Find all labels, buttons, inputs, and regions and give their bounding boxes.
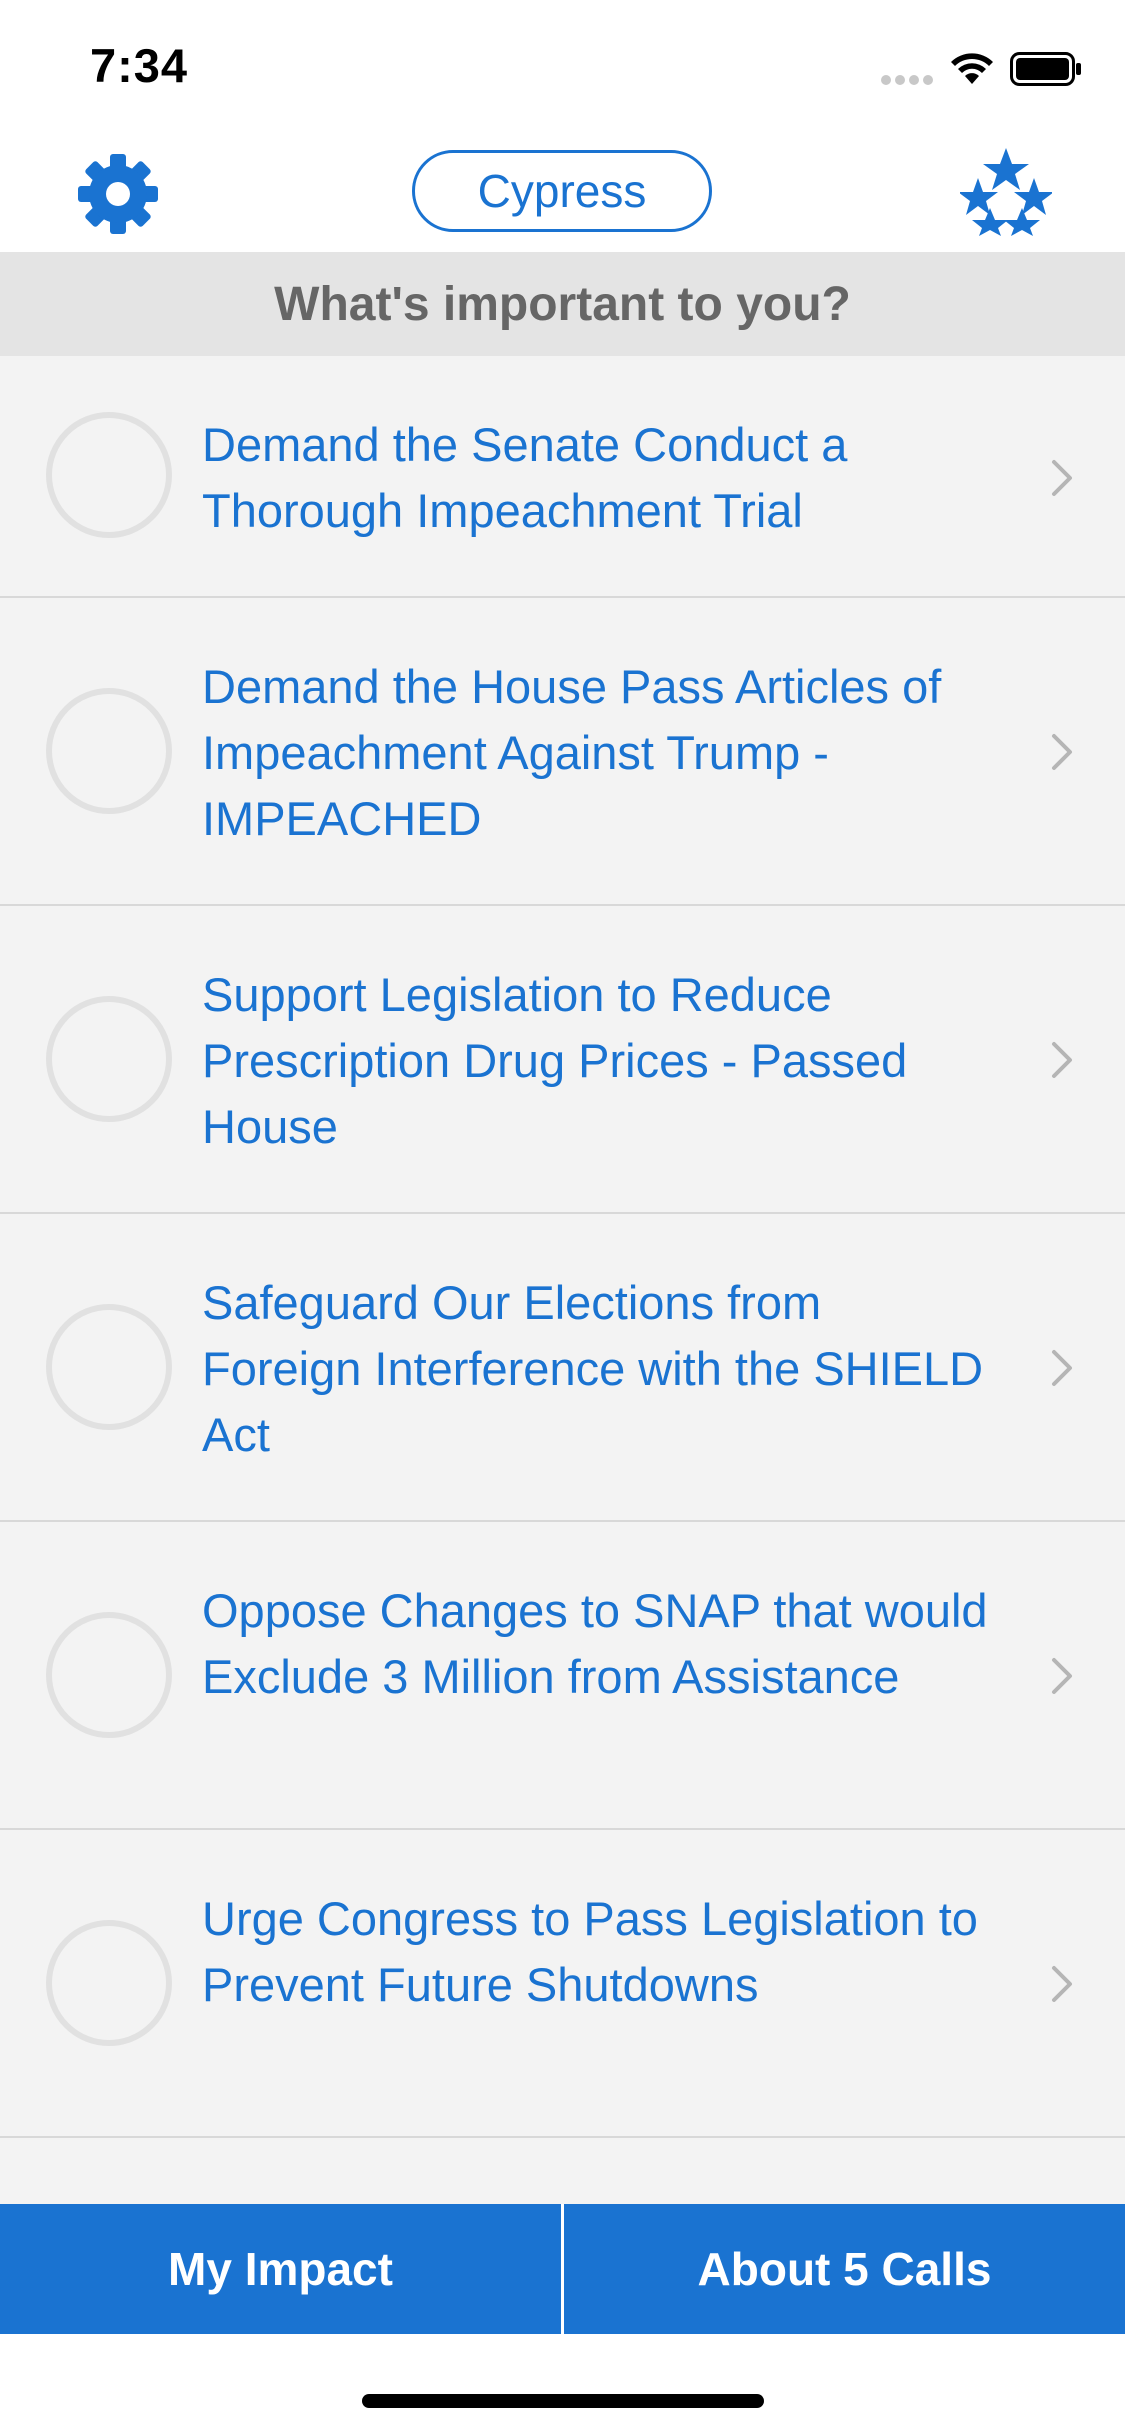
issue-status-circle <box>46 688 172 814</box>
chevron-right-icon <box>1052 1042 1072 1078</box>
issue-status-circle <box>46 1920 172 2046</box>
location-label: Cypress <box>477 165 647 217</box>
issue-status-circle <box>46 412 172 538</box>
issue-title: Urge Congress to Pass Legislation to Pre… <box>202 1892 978 2011</box>
chevron-right-icon <box>1052 460 1072 496</box>
gear-icon[interactable] <box>76 152 160 236</box>
issue-title: Oppose Changes to SNAP that would Exclud… <box>202 1584 988 1703</box>
issue-status-circle <box>46 1612 172 1738</box>
battery-icon <box>1010 52 1081 86</box>
issue-title: Demand the House Pass Articles of Impeac… <box>202 660 942 845</box>
issue-status-circle <box>46 996 172 1122</box>
issue-title: Safeguard Our Elections from Foreign Int… <box>202 1276 984 1461</box>
section-header: What's important to you? <box>0 252 1125 356</box>
issue-status-circle <box>46 1304 172 1430</box>
cellular-signal-icon <box>881 75 933 85</box>
status-bar: 7:34 <box>0 0 1125 132</box>
issue-row[interactable]: Oppose Changes to SNAP that would Exclud… <box>0 1522 1125 1830</box>
issue-row[interactable]: Safeguard Our Elections from Foreign Int… <box>0 1214 1125 1522</box>
home-indicator[interactable] <box>362 2394 764 2408</box>
stars-icon[interactable] <box>960 148 1052 236</box>
about-button[interactable]: About 5 Calls <box>564 2204 1125 2334</box>
chevron-right-icon <box>1052 1658 1072 1694</box>
issue-row[interactable]: Support Legislation to Reduce Prescripti… <box>0 906 1125 1214</box>
nav-bar: Cypress <box>0 132 1125 252</box>
chevron-right-icon <box>1052 1966 1072 2002</box>
issue-title: Support Legislation to Reduce Prescripti… <box>202 968 908 1153</box>
chevron-right-icon <box>1052 1350 1072 1386</box>
location-button[interactable]: Cypress <box>412 150 712 232</box>
issue-row[interactable]: Demand the Senate Conduct a Thorough Imp… <box>0 356 1125 598</box>
issue-list: Demand the Senate Conduct a Thorough Imp… <box>0 356 1125 2204</box>
issue-row[interactable]: Demand the House Pass Articles of Impeac… <box>0 598 1125 906</box>
status-time: 7:34 <box>90 39 189 92</box>
issue-title: Demand the Senate Conduct a Thorough Imp… <box>202 418 848 537</box>
bottom-tab-bar: My Impact About 5 Calls <box>0 2204 1125 2334</box>
issue-row[interactable]: Urge Congress to Pass Legislation to Pre… <box>0 1830 1125 2138</box>
my-impact-button[interactable]: My Impact <box>0 2204 561 2334</box>
app-screen: 7:34 Cypress What's important to you? De… <box>0 0 1125 2436</box>
chevron-right-icon <box>1052 734 1072 770</box>
wifi-icon <box>951 53 993 84</box>
